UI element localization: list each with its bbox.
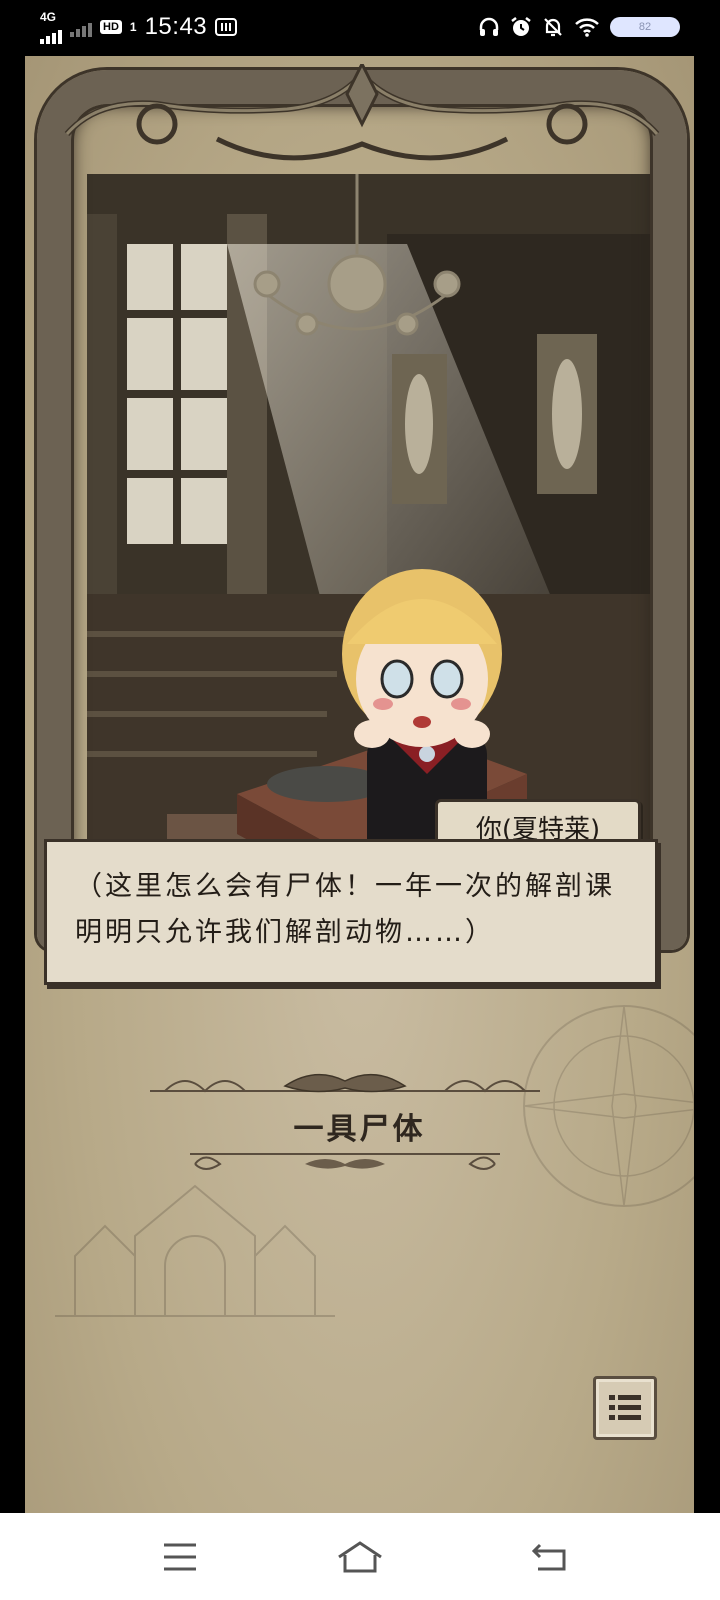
list-icon <box>609 1395 641 1420</box>
wifi-icon <box>575 18 599 37</box>
screen: 4G HD 1 15:43 82 你(夏特莱) （这里怎么会有尸体！一年一次的解… <box>0 0 720 1600</box>
chapter-ornament-top-icon <box>150 1073 540 1093</box>
status-right: 82 <box>478 12 680 42</box>
game-canvas[interactable]: 你(夏特莱) （这里怎么会有尸体！一年一次的解剖课明明只允许我们解剖动物……） … <box>25 56 694 1513</box>
alarm-icon <box>511 17 531 36</box>
dialog-log-button[interactable] <box>593 1376 657 1440</box>
status-bar: 4G HD 1 15:43 82 <box>0 0 720 52</box>
mute-bell-icon <box>544 18 562 37</box>
hd-badge: HD <box>100 20 122 34</box>
signal-bars-icon <box>40 24 62 44</box>
iqiyi-app-icon <box>215 18 238 36</box>
menu-icon[interactable] <box>160 1539 200 1575</box>
sim-index: 1 <box>129 20 137 34</box>
clock: 15:43 <box>144 13 208 40</box>
battery-indicator: 82 <box>610 17 680 37</box>
headphones-icon <box>479 17 499 36</box>
status-left: 4G HD 1 15:43 <box>40 10 238 44</box>
dialog-text: （这里怎么会有尸体！一年一次的解剖课明明只允许我们解剖动物……） <box>75 871 615 948</box>
signal-primary: 4G <box>40 10 62 44</box>
frame-crest-ornament-icon <box>64 64 660 161</box>
dialog-box[interactable]: （这里怎么会有尸体！一年一次的解剖课明明只允许我们解剖动物……） <box>44 839 658 985</box>
network-type: 4G <box>40 10 57 24</box>
chapter-title: 一具尸体 <box>293 1112 426 1147</box>
cathedral-sketch-icon <box>55 1184 335 1317</box>
chapter-ornament-bottom-icon <box>190 1153 500 1170</box>
system-navigation-bar <box>0 1513 720 1600</box>
back-icon[interactable] <box>530 1539 570 1575</box>
home-icon[interactable] <box>335 1539 385 1575</box>
signal-bars-secondary-icon <box>70 17 92 37</box>
battery-level: 82 <box>638 21 652 33</box>
